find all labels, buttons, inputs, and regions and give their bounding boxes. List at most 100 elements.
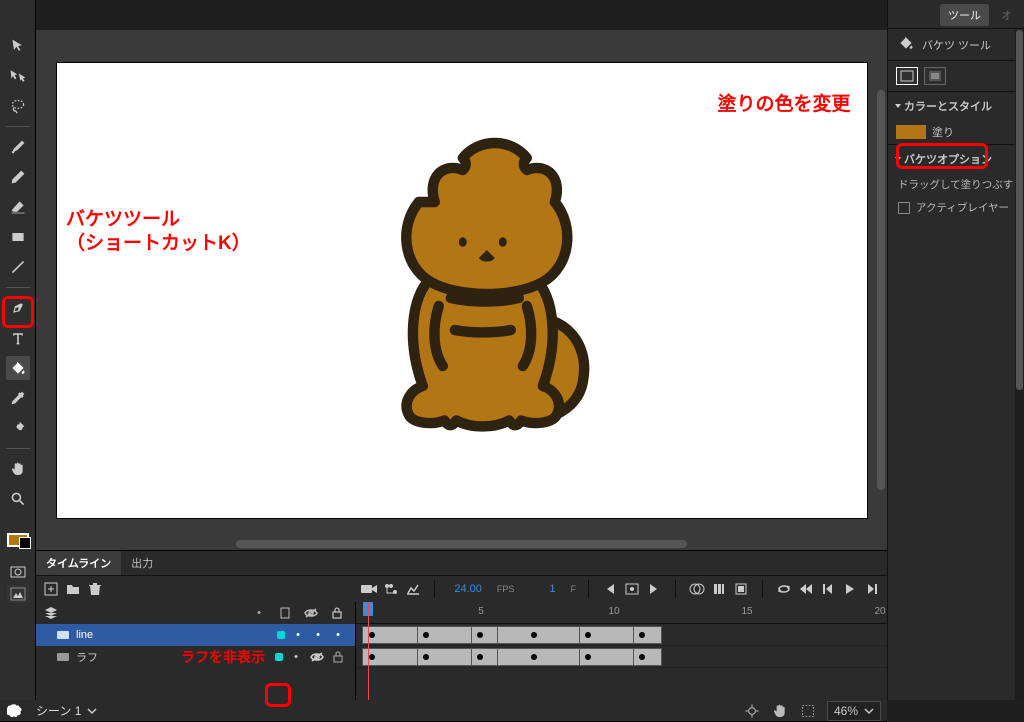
zoom-dropdown[interactable]: 46% xyxy=(827,701,881,721)
drag-to-fill-row[interactable]: ドラッグして塗りつぶす xyxy=(888,173,1024,196)
layer-color-dot[interactable] xyxy=(275,653,283,661)
object-draw-option-2[interactable] xyxy=(924,67,946,85)
highlight-column-icon[interactable]: • xyxy=(251,607,267,619)
right-panel-scrollbar[interactable] xyxy=(1015,30,1024,700)
section-color-style[interactable]: カラーとスタイル xyxy=(888,91,1024,120)
tool-name-label: バケツ ツール xyxy=(922,37,991,53)
chevron-down-icon xyxy=(895,157,901,161)
layer-type-icon xyxy=(56,650,70,664)
camera-icon[interactable] xyxy=(360,580,378,598)
folder-icon[interactable] xyxy=(64,580,82,598)
artboard-icon[interactable] xyxy=(799,702,817,720)
chart-icon[interactable] xyxy=(404,580,422,598)
selection-tool[interactable] xyxy=(6,34,30,58)
fill-stroke-swatch[interactable] xyxy=(7,533,29,547)
tab-timeline[interactable]: タイムライン xyxy=(36,551,121,575)
frame-label: F xyxy=(571,584,577,594)
layer-type-icon xyxy=(56,628,70,642)
layer-visibility-toggle[interactable]: • xyxy=(311,628,325,642)
current-frame-value[interactable]: 1 xyxy=(542,580,562,598)
layer-lock-toggle[interactable]: • xyxy=(331,628,345,642)
right-tab-other[interactable]: オ xyxy=(993,4,1020,26)
object-drawing-mode-icon[interactable] xyxy=(7,563,29,581)
visibility-column-icon[interactable] xyxy=(303,608,319,618)
checkbox-icon[interactable] xyxy=(898,202,910,214)
timeline-ruler[interactable]: 5 10 15 20 xyxy=(356,602,887,624)
brush-tool[interactable] xyxy=(6,135,30,159)
tab-output[interactable]: 出力 xyxy=(121,551,163,575)
play-icon[interactable] xyxy=(841,580,859,598)
onion-edit-icon[interactable] xyxy=(710,580,728,598)
track-rough[interactable] xyxy=(356,646,887,668)
timeline-tracks[interactable]: 5 10 15 20 xyxy=(356,602,887,700)
free-transform-tool[interactable] xyxy=(6,64,30,88)
layer-row-rough[interactable]: ラフ ラフを非表示 • xyxy=(36,646,355,668)
layer-visibility-hidden-icon[interactable] xyxy=(309,649,325,665)
merge-drawing-mode-icon[interactable] xyxy=(7,585,29,603)
step-fwd-icon[interactable] xyxy=(863,580,881,598)
right-tab-tool[interactable]: ツール xyxy=(940,4,989,26)
chevron-down-icon xyxy=(864,705,874,719)
layer-list: • line • • • ラフ ラフを非表示 xyxy=(36,602,356,700)
track-line[interactable] xyxy=(356,624,887,646)
add-layer-icon[interactable] xyxy=(42,580,60,598)
bucket-tool[interactable] xyxy=(6,356,30,380)
annotation-change-fill: 塗りの色を変更 xyxy=(717,93,850,117)
line-tool[interactable] xyxy=(6,255,30,279)
loop-icon[interactable] xyxy=(775,580,793,598)
zoom-tool[interactable] xyxy=(6,487,30,511)
fill-row[interactable]: 塗り xyxy=(888,120,1024,144)
outline-column-icon[interactable] xyxy=(277,607,293,619)
canvas-scroll-vertical[interactable] xyxy=(877,90,885,490)
topbar: シーン 1 46% xyxy=(0,700,887,722)
section-bucket-options[interactable]: バケツオプション xyxy=(888,144,1024,173)
pencil-tool[interactable] xyxy=(6,165,30,189)
next-keyframe-icon[interactable] xyxy=(645,580,663,598)
color-swatches xyxy=(7,517,29,547)
chevron-down-icon xyxy=(895,104,901,108)
fill-color-swatch[interactable] xyxy=(896,125,926,139)
graph-icon[interactable] xyxy=(382,580,400,598)
insert-keyframe-icon[interactable] xyxy=(623,580,641,598)
layer-lock-toggle[interactable] xyxy=(331,650,345,664)
step-back-icon[interactable] xyxy=(819,580,837,598)
pin-tool[interactable] xyxy=(6,416,30,440)
rewind-icon[interactable] xyxy=(797,580,815,598)
pen-tool[interactable] xyxy=(6,296,30,320)
bucket-icon xyxy=(898,35,914,54)
prev-keyframe-icon[interactable] xyxy=(601,580,619,598)
layer-row-line[interactable]: line • • • xyxy=(36,624,355,646)
hand-icon[interactable] xyxy=(771,702,789,720)
annotation-hide-rough: ラフを非表示 xyxy=(181,647,265,667)
layer-color-dot[interactable] xyxy=(277,631,285,639)
tools-toolbar xyxy=(0,0,36,700)
layer-outline-toggle[interactable]: • xyxy=(289,650,303,664)
layers-stack-icon[interactable] xyxy=(42,606,60,620)
scene-dropdown[interactable]: シーン 1 xyxy=(32,700,101,721)
lock-column-icon[interactable] xyxy=(329,607,345,619)
rectangle-tool[interactable] xyxy=(6,225,30,249)
artboard[interactable]: 塗りの色を変更 xyxy=(57,63,867,518)
fill-label: 塗り xyxy=(932,124,954,140)
app-logo-icon xyxy=(6,702,24,720)
lasso-tool[interactable] xyxy=(6,94,30,118)
hand-tool[interactable] xyxy=(6,457,30,481)
canvas-scroll-horizontal[interactable] xyxy=(236,540,687,548)
frame-view-icon[interactable] xyxy=(732,580,750,598)
eyedropper-tool[interactable] xyxy=(6,386,30,410)
object-draw-option-1[interactable] xyxy=(896,67,918,85)
layer-outline-toggle[interactable]: • xyxy=(291,628,305,642)
free-transform-icon[interactable] xyxy=(743,702,761,720)
layer-name: ラフ xyxy=(76,649,175,665)
character-drawing xyxy=(314,130,634,450)
onion-skin-icon[interactable] xyxy=(688,580,706,598)
scene-label: シーン 1 xyxy=(36,702,81,719)
fps-label: FPS xyxy=(497,584,515,594)
fps-value[interactable]: 24.00 xyxy=(447,580,489,598)
active-layer-row[interactable]: アクティブレイヤー xyxy=(888,196,1024,219)
eraser-tool[interactable] xyxy=(6,195,30,219)
right-panel: ツール オ バケツ ツール カラーとスタイル 塗り バケツオ xyxy=(887,0,1024,700)
trash-icon[interactable] xyxy=(86,580,104,598)
timeline-panel: タイムライン 出力 24.00 FPS 1 F xyxy=(36,550,887,700)
text-tool[interactable] xyxy=(6,326,30,350)
